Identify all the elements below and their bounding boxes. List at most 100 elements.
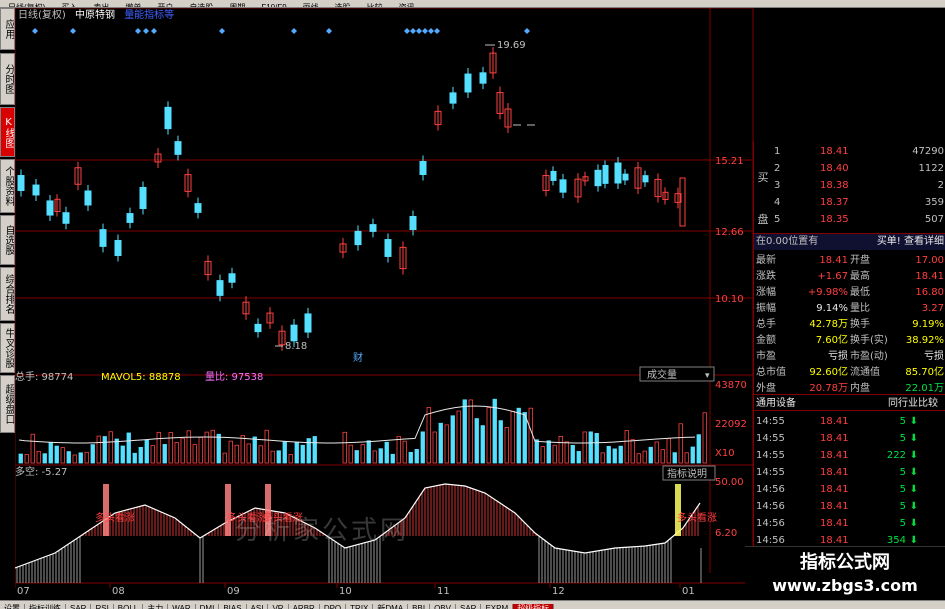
left-tab[interactable]: 牛叉诊股 xyxy=(0,323,15,373)
industry-compare-button[interactable]: 同行业比较 xyxy=(888,395,938,412)
view-detail-link[interactable]: 买单! 查看详细 xyxy=(877,234,944,250)
indicator-tab[interactable]: SAR xyxy=(456,604,482,609)
volume-bar xyxy=(186,430,191,464)
indicator-tab[interactable]: RSI xyxy=(91,604,114,609)
indicator-tab[interactable]: DPO xyxy=(320,604,347,609)
left-tab[interactable]: K线图 xyxy=(0,107,15,157)
volume-ma-line xyxy=(18,405,696,444)
order-book-row[interactable]: 3 18.38 2 xyxy=(754,177,945,194)
indicator-tab[interactable]: 超级指标 xyxy=(513,604,555,609)
stat-key: 市盈(动) xyxy=(850,351,888,362)
indicator-tab[interactable]: VR xyxy=(268,604,289,609)
date-axis-label: 08 xyxy=(112,586,125,597)
left-tab[interactable]: 分时图 xyxy=(0,53,15,105)
volume-bar xyxy=(594,433,599,464)
volume-bar xyxy=(432,431,437,464)
volume-panel-frame xyxy=(15,374,754,466)
indicator-tab[interactable]: 设置 xyxy=(0,604,25,609)
indicator-tab[interactable]: 主力 xyxy=(143,604,169,609)
quote-panel: 买盘 1 18.41 47290 2 18.40 1122 3 18.38 2 4 18.37 359… xyxy=(753,141,945,546)
volume-bar xyxy=(294,441,299,464)
tick-row: 14:55 18.41 5 ⬇ xyxy=(754,430,945,448)
candle-body xyxy=(228,273,236,283)
volume-bar xyxy=(468,399,473,464)
tick-volume: 5 xyxy=(899,433,906,444)
candle-body xyxy=(464,73,472,93)
price-panel-frame xyxy=(15,8,754,376)
signal-column xyxy=(103,484,109,536)
industry-label[interactable]: 通用设备 xyxy=(756,395,796,412)
price-axis-label: 12.66 xyxy=(715,227,744,238)
volume-bar xyxy=(30,433,35,464)
volume-bar xyxy=(60,447,65,464)
left-tab[interactable]: 综合排名 xyxy=(0,267,15,321)
indicator-tab[interactable]: ASI xyxy=(247,604,269,609)
signal-label: 多头看涨 xyxy=(95,511,135,524)
stat-value: 亏损 xyxy=(828,351,848,362)
book-price: 18.35 xyxy=(820,214,849,225)
volume-bar xyxy=(270,450,275,464)
book-price: 18.38 xyxy=(820,180,849,191)
stat-key: 换手(实) xyxy=(850,335,888,346)
candle-body xyxy=(99,229,107,247)
indicator-tab[interactable]: SAR xyxy=(66,604,92,609)
indicator-tab[interactable]: 新DMA xyxy=(373,604,409,609)
volume-bar xyxy=(240,435,245,464)
volume-bar xyxy=(168,432,173,464)
left-tab[interactable]: 自选股 xyxy=(0,215,15,265)
tick-volume: 5 xyxy=(899,518,906,529)
candle-body xyxy=(642,175,649,183)
left-tab[interactable]: 超级盘口 xyxy=(0,375,15,433)
order-book-row[interactable]: 1 18.41 47290 xyxy=(754,143,945,160)
stat-value: +9.98% xyxy=(807,287,848,298)
volume-ratio-label: 量比: 97538 xyxy=(205,371,263,383)
tick-header: 通用设备 同行业比较 xyxy=(754,394,945,411)
book-price: 18.37 xyxy=(820,197,849,208)
candle-body xyxy=(254,323,262,333)
candle-body xyxy=(384,239,392,257)
stat-row: 涨幅 +9.98% 最低 16.80 xyxy=(754,284,945,301)
brand-box: 指标公式网 www.zbgs3.com xyxy=(745,546,945,600)
indicator-axis-label: 6.20 xyxy=(715,528,737,539)
tick-price: 18.41 xyxy=(820,484,849,495)
stat-row: 涨跌 +1.67 最高 18.41 xyxy=(754,268,945,285)
left-tab[interactable]: 个股资料 xyxy=(0,159,15,213)
order-book-row[interactable]: 2 18.40 1122 xyxy=(754,160,945,177)
indicator-tab[interactable]: ARBR xyxy=(289,604,320,609)
signal-column xyxy=(675,484,681,536)
indicator-tab[interactable]: 指标训练 xyxy=(25,604,66,609)
indicator-tab[interactable]: WAR xyxy=(168,604,196,609)
tick-volume: 222 xyxy=(886,450,906,461)
volume-bar xyxy=(102,436,107,464)
order-book-row[interactable]: 4 18.37 359 xyxy=(754,194,945,211)
position-bar[interactable]: 在0.00位置有 买单! 查看详细 xyxy=(754,234,945,250)
volume-bar xyxy=(702,412,707,464)
candle-body xyxy=(32,184,40,196)
date-axis-label: 09 xyxy=(227,586,240,597)
volume-bar xyxy=(72,454,77,464)
left-tab[interactable]: 应用 xyxy=(0,8,15,50)
volume-bar xyxy=(354,450,359,464)
signal-diamond-icon xyxy=(404,28,410,34)
indicator-tab[interactable]: EXPM xyxy=(481,604,514,609)
indicator-tab[interactable]: OBV xyxy=(430,604,456,609)
candle-body xyxy=(614,162,622,184)
indicator-tab[interactable]: TRIX xyxy=(346,604,374,609)
indicator-tab[interactable]: BOLL xyxy=(114,604,144,609)
order-book-row[interactable]: 5 18.35 507 xyxy=(754,211,945,228)
volume-bar xyxy=(180,437,185,464)
volume-bar xyxy=(138,446,143,464)
volume-bar xyxy=(612,448,617,464)
signal-column xyxy=(225,484,231,536)
candle-body xyxy=(304,313,312,333)
candle-body xyxy=(139,186,147,210)
stat-row: 总手 42.78万 换手 9.19% xyxy=(754,316,945,333)
indicator-tab[interactable]: BBI xyxy=(408,604,431,609)
indicator-tab[interactable]: BIAS xyxy=(219,604,247,609)
stat-key: 换手 xyxy=(850,319,870,330)
volume-bar xyxy=(576,451,581,464)
indicator-tab[interactable]: DMI xyxy=(196,604,220,609)
stat-value: 亏损 xyxy=(924,351,944,362)
volume-bar xyxy=(222,452,227,464)
volume-bar xyxy=(264,429,269,464)
